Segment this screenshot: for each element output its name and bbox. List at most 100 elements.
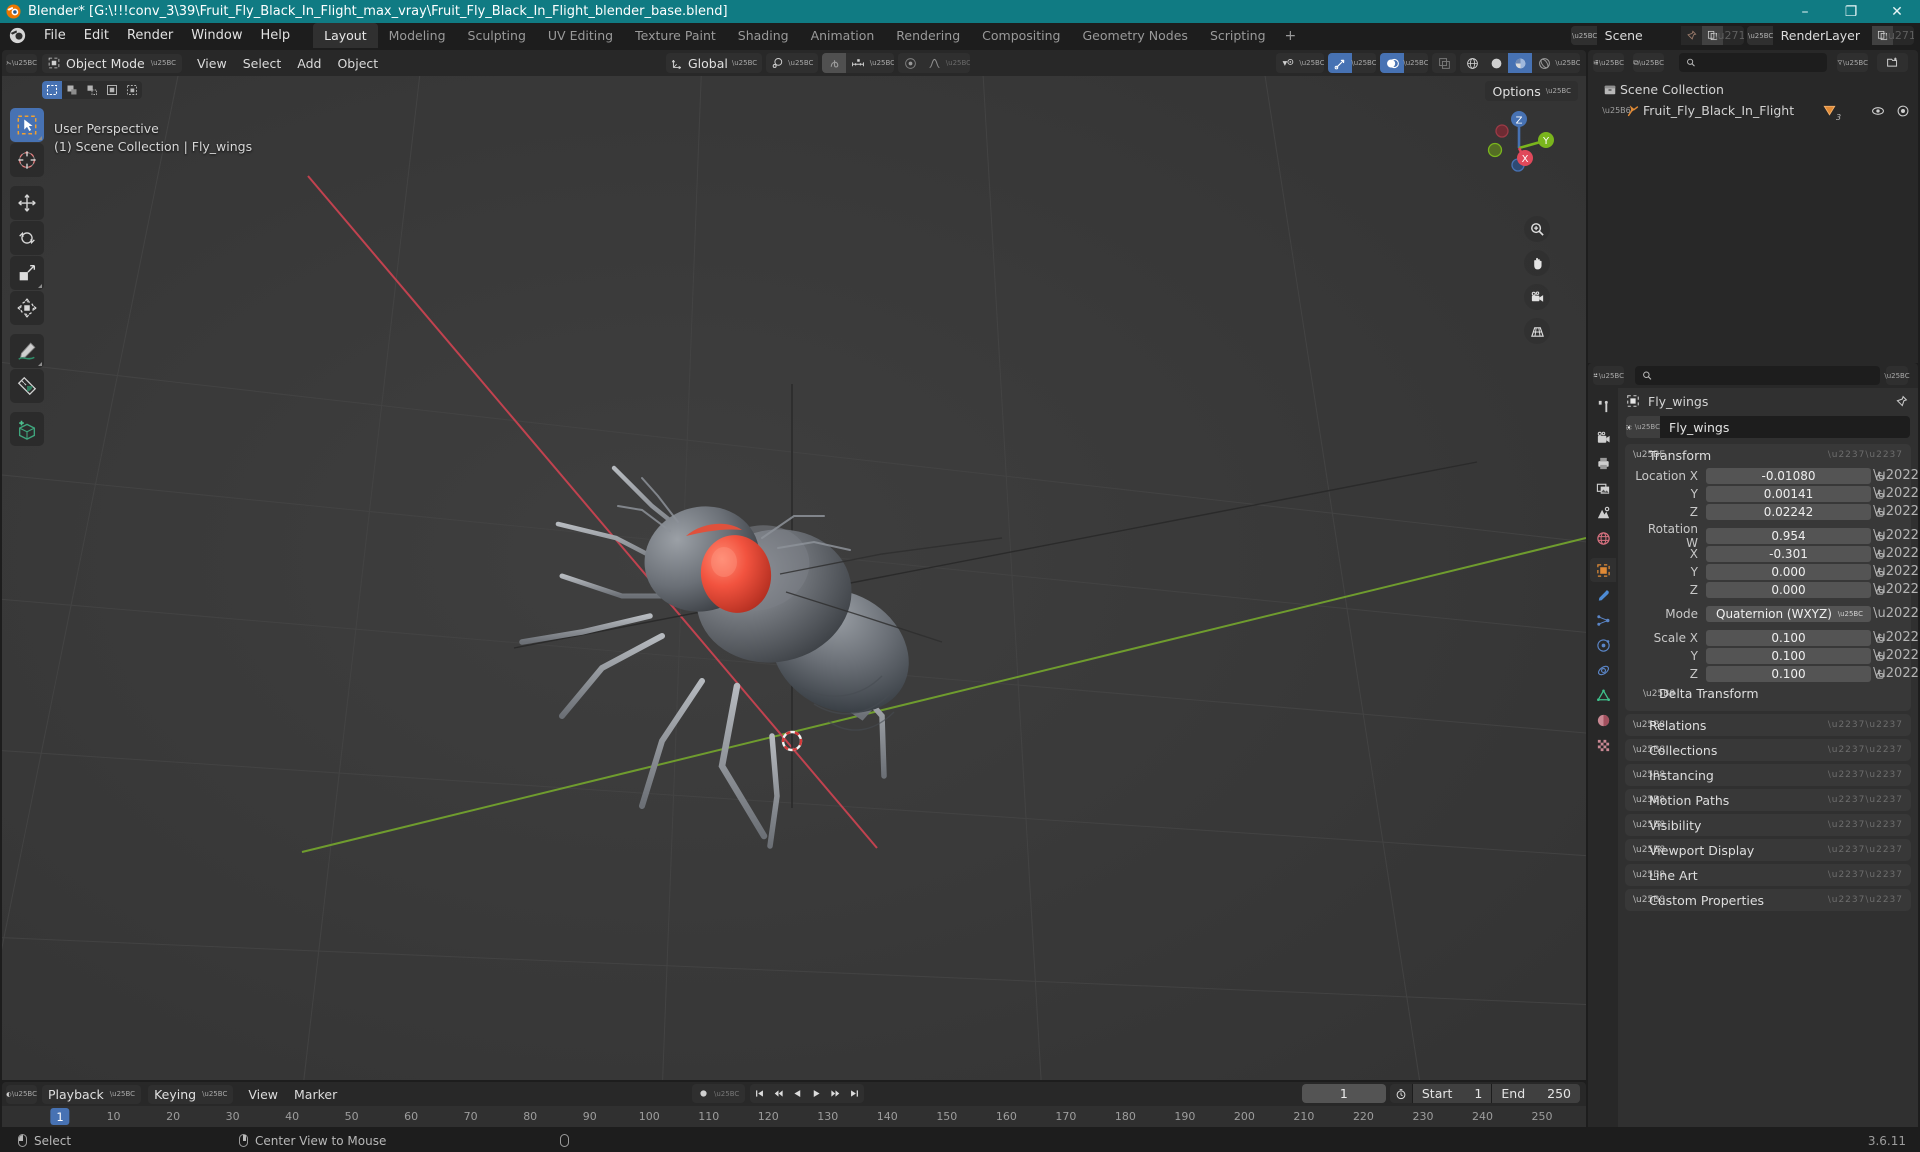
outliner-tree[interactable]: Scene Collection \u25B6 Fruit_Fly_Black_… xyxy=(1588,75,1918,363)
outliner-editor-type-selector[interactable]: \u25BC xyxy=(1593,53,1624,72)
field-rotation-z[interactable]: 0.000 xyxy=(1706,581,1871,598)
field-rotation-mode[interactable]: Quaternion (WXYZ) \u25BC xyxy=(1706,605,1871,622)
view-layer-name[interactable]: RenderLayer xyxy=(1772,26,1872,45)
panel-visibility[interactable]: \u25B8 Visibility \u2237\u2237 xyxy=(1625,814,1911,836)
jump-start-icon[interactable] xyxy=(750,1084,769,1103)
properties-tab-constraints[interactable] xyxy=(1590,658,1616,682)
tool-add-cube[interactable] xyxy=(10,412,44,446)
panel-collections[interactable]: \u25B8 Collections \u2237\u2237 xyxy=(1625,739,1911,761)
show-overlays-toggle[interactable] xyxy=(1380,53,1404,73)
tab-rendering[interactable]: Rendering xyxy=(885,23,971,48)
properties-tab-texture[interactable] xyxy=(1590,733,1616,757)
outliner-row-scene-collection[interactable]: Scene Collection xyxy=(1588,79,1918,100)
object-mode-selector[interactable]: Object Mode \u25BC xyxy=(42,53,183,73)
timeline-menu-playback[interactable]: Playback \u25BC xyxy=(42,1084,142,1104)
viewport-menu-add[interactable]: Add xyxy=(289,54,329,73)
proportional-editing-toggle[interactable] xyxy=(898,53,923,73)
gizmo-dropdown[interactable]: \u25BC xyxy=(1351,53,1376,73)
prev-keyframe-icon[interactable] xyxy=(769,1084,788,1103)
timeline-playhead[interactable]: 1 xyxy=(50,1108,70,1125)
panel-grip-icon[interactable]: \u2237\u2237 xyxy=(1828,745,1903,755)
field-rotation-w[interactable]: 0.954 xyxy=(1706,527,1871,544)
menu-window[interactable]: Window xyxy=(182,25,251,46)
viewport-menu-select[interactable]: Select xyxy=(235,54,290,73)
tab-compositing[interactable]: Compositing xyxy=(971,23,1071,48)
properties-tab-material[interactable] xyxy=(1590,708,1616,732)
tab-shading[interactable]: Shading xyxy=(727,23,800,48)
expand-triangle-icon[interactable]: \u25B6 xyxy=(1602,106,1631,115)
editor-type-selector[interactable]: \u25BC xyxy=(6,53,37,73)
pan-hand-icon[interactable] xyxy=(1524,250,1550,276)
animate-location-x-icon[interactable]: \u2022 xyxy=(1873,469,1918,482)
unlink-scene-button[interactable]: \u2715 xyxy=(1714,26,1744,45)
select-extend-icon[interactable] xyxy=(62,81,82,99)
panel-viewport-display[interactable]: \u25B8 Viewport Display \u2237\u2237 xyxy=(1625,839,1911,861)
shading-material-preview-button[interactable] xyxy=(1508,53,1532,73)
timeline-menu-marker[interactable]: Marker xyxy=(286,1085,345,1104)
pin-id-icon[interactable] xyxy=(1895,395,1908,408)
outliner-display-mode-selector[interactable]: \u25BC xyxy=(1633,53,1664,72)
properties-editor-type-selector[interactable]: \u25BC xyxy=(1593,366,1624,385)
outliner-filter-button[interactable]: \u25BC xyxy=(1837,53,1868,72)
object-name-field[interactable]: Fly_wings xyxy=(1660,420,1910,435)
viewport-3d-canvas[interactable]: User Perspective (1) Scene Collection | … xyxy=(2,76,1586,1080)
animate-location-z-icon[interactable]: \u2022 xyxy=(1873,505,1918,518)
use-preview-range-icon[interactable] xyxy=(1390,1084,1412,1103)
outliner-new-collection-button[interactable] xyxy=(1877,53,1908,72)
properties-tab-view-layer[interactable] xyxy=(1590,476,1616,500)
panel-motion-paths[interactable]: \u25B8 Motion Paths \u2237\u2237 xyxy=(1625,789,1911,811)
menu-file[interactable]: File xyxy=(35,25,75,46)
pivot-point-selector[interactable]: \u25BC xyxy=(766,53,819,73)
tab-animation[interactable]: Animation xyxy=(800,23,886,48)
scene-selector[interactable]: \u25BC Scene \u2715 xyxy=(1570,26,1744,45)
panel-grip-icon[interactable]: \u2237\u2237 xyxy=(1828,450,1903,460)
panel-grip-icon[interactable]: \u2237\u2237 xyxy=(1828,795,1903,805)
tab-modeling[interactable]: Modeling xyxy=(378,23,457,48)
tool-rotate[interactable] xyxy=(10,221,44,255)
object-id-icon[interactable]: \u25BC xyxy=(1626,416,1660,438)
properties-tab-render[interactable] xyxy=(1590,426,1616,450)
properties-tab-particles[interactable] xyxy=(1590,608,1616,632)
overlay-dropdown[interactable]: \u25BC xyxy=(1403,53,1428,73)
properties-search[interactable] xyxy=(1635,366,1880,385)
scene-icon[interactable]: \u25BC xyxy=(1570,26,1597,45)
properties-tab-physics[interactable] xyxy=(1590,633,1616,657)
snap-toggle[interactable] xyxy=(822,53,847,73)
properties-tab-tool[interactable] xyxy=(1590,394,1616,418)
shading-wireframe-button[interactable] xyxy=(1460,53,1484,73)
view-layer-selector[interactable]: \u25BC RenderLayer \u2715 xyxy=(1746,26,1914,45)
field-location-x[interactable]: -0.01080 xyxy=(1706,467,1871,484)
timeline-menu-view[interactable]: View xyxy=(240,1085,286,1104)
menu-help[interactable]: Help xyxy=(252,25,300,46)
properties-options-dropdown[interactable]: \u25BC xyxy=(1884,366,1910,385)
animate-scale-z-icon[interactable]: \u2022 xyxy=(1873,667,1918,680)
shading-rendered-button[interactable] xyxy=(1532,53,1556,73)
play-icon[interactable] xyxy=(807,1084,826,1103)
frame-start-field[interactable]: Start 1 xyxy=(1411,1084,1492,1103)
view-layer-icon[interactable]: \u25BC xyxy=(1746,26,1773,45)
select-box-icon[interactable] xyxy=(42,81,62,99)
menu-render[interactable]: Render xyxy=(118,25,182,46)
camera-view-icon[interactable] xyxy=(1524,284,1550,310)
panel-grip-icon[interactable]: \u2237\u2237 xyxy=(1828,895,1903,905)
field-scale-z[interactable]: 0.100 xyxy=(1706,665,1871,682)
object-visibility-icon[interactable] xyxy=(1276,53,1300,73)
properties-tab-object[interactable] xyxy=(1590,558,1616,582)
animate-rotation-z-icon[interactable]: \u2022 xyxy=(1873,583,1918,596)
remove-view-layer-button[interactable]: \u2715 xyxy=(1884,26,1914,45)
tool-cursor[interactable] xyxy=(10,143,44,177)
timeline-editor-type-selector[interactable]: \u25BC xyxy=(6,1084,37,1104)
tool-annotate[interactable] xyxy=(10,334,44,368)
scene-name[interactable]: Scene xyxy=(1596,26,1681,45)
animate-scale-x-icon[interactable]: \u2022 xyxy=(1873,631,1918,644)
eye-icon[interactable] xyxy=(1871,104,1885,118)
maximize-button[interactable]: ❐ xyxy=(1828,0,1874,23)
panel-custom-properties[interactable]: \u25B8 Custom Properties \u2237\u2237 xyxy=(1625,889,1911,911)
snap-settings-icon[interactable] xyxy=(846,53,871,73)
visibility-dropdown[interactable]: \u25BC xyxy=(1299,53,1324,73)
shading-solid-button[interactable] xyxy=(1484,53,1508,73)
snap-dropdown[interactable]: \u25BC xyxy=(870,53,895,73)
tab-geometry-nodes[interactable]: Geometry Nodes xyxy=(1072,23,1199,48)
camera-icon[interactable] xyxy=(1896,104,1910,118)
panel-grip-icon[interactable]: \u2237\u2237 xyxy=(1828,770,1903,780)
